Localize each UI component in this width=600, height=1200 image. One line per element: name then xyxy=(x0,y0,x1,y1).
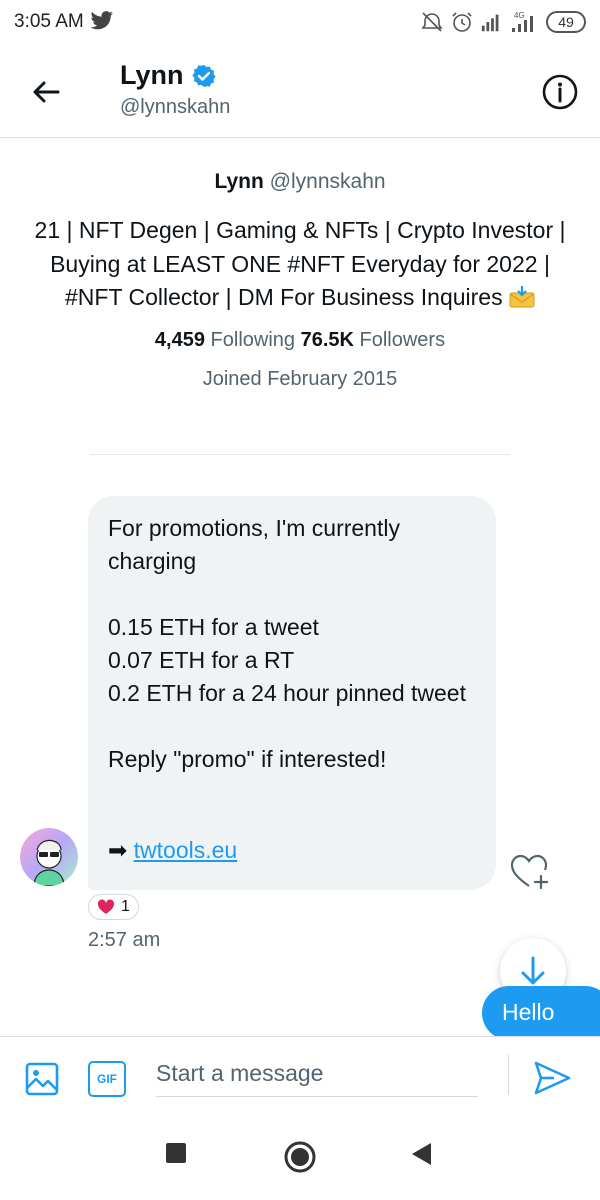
message-timestamp: 2:57 am xyxy=(88,929,161,951)
followers-label: Followers xyxy=(359,328,446,351)
image-icon[interactable] xyxy=(24,1061,60,1097)
outgoing-message-text: Hello xyxy=(502,999,555,1025)
reaction-count: 1 xyxy=(121,898,130,915)
arrow-down-icon xyxy=(521,956,545,985)
incoming-envelope-icon xyxy=(509,286,535,308)
verified-badge-icon xyxy=(191,64,216,87)
header-name: Lynn xyxy=(120,60,184,90)
status-time: 3:05 AM xyxy=(14,11,84,32)
signal-icon xyxy=(481,14,499,32)
outgoing-message-bubble[interactable]: Hello xyxy=(482,986,600,1040)
header-handle[interactable]: @lynnskahn xyxy=(120,96,230,119)
sender-avatar[interactable] xyxy=(20,828,78,886)
message-link-row: ➡ twtools.eu xyxy=(108,834,237,867)
conversation-header: Lynn @lynnskahn xyxy=(0,46,600,138)
add-reaction-icon[interactable] xyxy=(508,852,550,892)
twitter-bird-icon xyxy=(90,11,113,30)
profile-stats: 4,459 Following 76.5K Followers xyxy=(0,329,600,352)
reaction-pill[interactable]: 1 xyxy=(88,894,139,920)
message-composer: GIF xyxy=(0,1036,600,1116)
profile-summary: Lynn @lynnskahn 21 | NFT Degen | Gaming … xyxy=(0,170,600,391)
profile-bio: 21 | NFT Degen | Gaming & NFTs | Crypto … xyxy=(30,214,570,315)
gif-button[interactable]: GIF xyxy=(88,1061,126,1097)
signal-4g-icon: 4G xyxy=(512,11,533,32)
following-link[interactable]: 4,459 Following xyxy=(155,329,295,351)
following-label: Following xyxy=(210,328,296,351)
send-icon[interactable] xyxy=(532,1059,572,1097)
recents-button-icon[interactable] xyxy=(165,1142,187,1164)
following-count: 4,459 xyxy=(154,328,205,351)
heart-icon xyxy=(97,899,115,914)
profile-name-row[interactable]: Lynn @lynnskahn xyxy=(0,170,600,194)
header-name-row[interactable]: Lynn xyxy=(120,60,216,91)
section-divider xyxy=(90,454,510,455)
message-text: For promotions, I'm currently charging 0… xyxy=(108,515,466,772)
message-input[interactable] xyxy=(156,1051,478,1097)
avatar-image xyxy=(20,828,78,886)
profile-name: Lynn xyxy=(214,170,264,193)
back-button-icon[interactable] xyxy=(410,1142,432,1166)
status-icons: 4G 49 xyxy=(420,8,586,36)
followers-count: 76.5K xyxy=(300,328,354,351)
back-arrow-icon[interactable] xyxy=(28,74,64,110)
home-button-icon[interactable] xyxy=(283,1140,317,1174)
gif-label: GIF xyxy=(97,1072,117,1086)
followers-link[interactable]: 76.5K Followers xyxy=(301,329,446,351)
battery-level: 49 xyxy=(546,11,586,33)
alarm-icon xyxy=(452,12,472,32)
composer-divider xyxy=(508,1055,509,1095)
system-navigation-bar xyxy=(0,1116,600,1200)
profile-bio-text: 21 | NFT Degen | Gaming & NFTs | Crypto … xyxy=(34,217,566,310)
profile-handle: @lynnskahn xyxy=(269,170,386,193)
message-link[interactable]: twtools.eu xyxy=(134,837,238,863)
joined-date: Joined February 2015 xyxy=(202,367,398,390)
battery-icon: 49 xyxy=(546,11,586,33)
network-type-label: 4G xyxy=(514,11,525,20)
message-bubble[interactable]: For promotions, I'm currently charging 0… xyxy=(88,496,496,890)
arrow-right-emoji: ➡ xyxy=(108,837,128,863)
alarm-off-icon xyxy=(421,12,443,32)
info-icon[interactable] xyxy=(540,72,580,112)
status-bar: 3:05 AM 4G 49 xyxy=(0,0,600,46)
